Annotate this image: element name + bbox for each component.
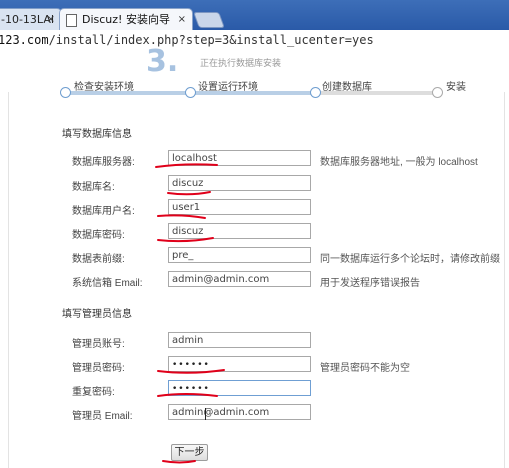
new-tab-button[interactable] — [193, 12, 225, 28]
table-prefix-hint: 同一数据库运行多个论坛时，请修改前缀 — [320, 254, 500, 265]
step-dot-2 — [185, 87, 196, 98]
table-prefix-label: 数据表前缀: — [72, 254, 125, 265]
db-host-label: 数据库服务器: — [72, 157, 135, 168]
db-section-title: 填写数据库信息 — [62, 129, 132, 140]
repeat-password-input[interactable]: •••••• — [168, 380, 311, 396]
admin-section-title: 填写管理员信息 — [62, 309, 132, 320]
db-user-input[interactable]: user1 — [168, 199, 311, 215]
admin-account-input[interactable]: admin — [168, 332, 311, 348]
tab-2-label: Discuz! 安装向导 — [82, 13, 170, 26]
url-path: /install/index.php?step=3&install_ucente… — [48, 33, 374, 47]
step-label-database: 创建数据库 — [322, 82, 372, 93]
step-label-install: 安装 — [446, 82, 466, 93]
db-password-input[interactable]: discuz — [168, 223, 311, 239]
tab-2-close-icon[interactable]: × — [178, 9, 186, 31]
system-email-label: 系统信箱 Email: — [72, 278, 143, 289]
admin-email-input[interactable]: admin@admin.com — [168, 404, 311, 420]
db-name-label: 数据库名: — [72, 182, 115, 193]
url-text[interactable]: 123.com/install/index.php?step=3&install… — [0, 33, 374, 47]
db-name-input[interactable]: discuz — [168, 175, 311, 191]
step-dot-4 — [432, 87, 443, 98]
admin-password-input[interactable]: •••••• — [168, 356, 311, 372]
repeat-password-label: 重复密码: — [72, 387, 115, 398]
db-password-label: 数据库密码: — [72, 230, 125, 241]
admin-email-label: 管理员 Email: — [72, 411, 133, 422]
installer-page: 3. 正在执行数据库安装 检查安装环境 设置运行环境 创建数据库 安装 填写数据… — [0, 44, 509, 468]
admin-password-hint: 管理员密码不能为空 — [320, 363, 410, 374]
db-host-hint: 数据库服务器地址, 一般为 localhost — [320, 157, 478, 168]
db-host-input[interactable]: localhost — [168, 150, 311, 166]
address-bar[interactable]: 123.com/install/index.php?step=3&install… — [0, 30, 509, 53]
step-dot-1 — [60, 87, 71, 98]
url-host: 123.com — [0, 33, 49, 47]
admin-account-label: 管理员账号: — [72, 339, 125, 350]
browser-tab-1[interactable]: -10-13LAI × — [0, 8, 62, 31]
browser-tab-bar: -10-13LAI × Discuz! 安装向导 × — [0, 0, 509, 31]
step-dot-3 — [310, 87, 321, 98]
db-user-label: 数据库用户名: — [72, 206, 135, 217]
system-email-hint: 用于发送程序错误报告 — [320, 278, 420, 289]
admin-password-label: 管理员密码: — [72, 363, 125, 374]
logo-fragment: 3. — [146, 44, 179, 79]
next-step-button[interactable]: 下一步 — [171, 444, 208, 461]
browser-tab-2[interactable]: Discuz! 安装向导 × — [59, 8, 193, 31]
tab-1-close-icon[interactable]: × — [47, 9, 55, 31]
step-label-settings: 设置运行环境 — [198, 82, 258, 93]
text-cursor-icon — [205, 408, 210, 420]
page-subtitle: 正在执行数据库安装 — [200, 58, 282, 68]
table-prefix-input[interactable]: pre_ — [168, 247, 311, 263]
system-email-input[interactable]: admin@admin.com — [168, 271, 311, 287]
page-icon — [66, 14, 77, 27]
step-label-check: 检查安装环境 — [74, 82, 134, 93]
